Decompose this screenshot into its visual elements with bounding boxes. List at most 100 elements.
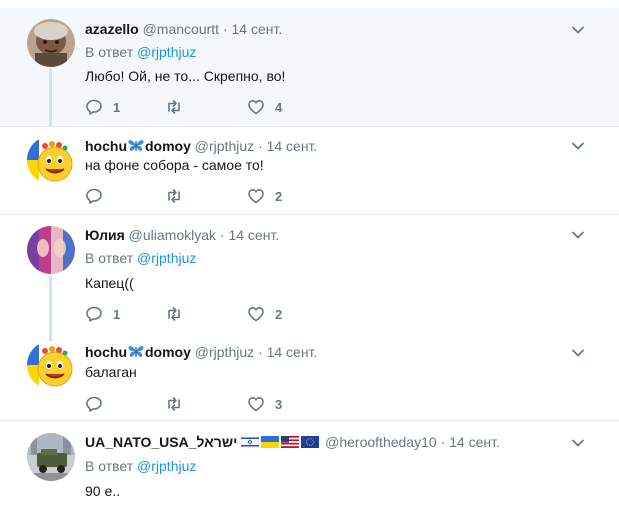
butterfly-icon: [128, 346, 144, 357]
reply-icon: [86, 188, 102, 204]
author-name-part2: domoy: [145, 344, 191, 360]
separator-dot: ·: [258, 344, 263, 360]
tweet-5[interactable]: UA_NATO_USA_ישראל @herooftheday10 · 14 с…: [0, 421, 619, 508]
avatar-hochudomoy[interactable]: [27, 136, 75, 184]
retweet-button[interactable]: [165, 97, 193, 117]
like-count: 2: [275, 188, 283, 204]
tweet-text: 90 е..: [85, 483, 121, 499]
reply-prefix: В ответ: [85, 44, 134, 60]
tweet-actions: 3: [85, 394, 385, 414]
author-name-part2: domoy: [145, 138, 191, 154]
reply-count: 1: [113, 306, 121, 322]
like-count: 4: [275, 99, 283, 115]
reply-mention[interactable]: @rjpthjuz: [137, 250, 196, 266]
tweet-actions: 1 2: [85, 304, 385, 324]
separator-dot: ·: [222, 21, 228, 37]
reply-mention[interactable]: @rjpthjuz: [137, 458, 196, 474]
avatar-yulia[interactable]: [27, 226, 75, 274]
retweet-button[interactable]: [165, 394, 193, 414]
author-handle[interactable]: @rjpthjuz: [195, 138, 254, 154]
tweet-header: hochu domoy @rjpthjuz · 14 сент.: [85, 137, 317, 155]
tweet-header: hochu domoy @rjpthjuz · 14 сент.: [85, 343, 317, 361]
heart-icon: [248, 189, 264, 204]
like-count: 2: [275, 306, 283, 322]
author-handle[interactable]: @uliamoklyak: [129, 227, 216, 243]
reply-button[interactable]: [85, 394, 113, 414]
eu-flag-icon: [301, 436, 320, 448]
timestamp[interactable]: 14 сент.: [232, 21, 283, 37]
author-name-part1: hochu: [85, 138, 127, 154]
retweet-icon: [168, 189, 180, 203]
israel-flag-icon: [241, 436, 260, 448]
like-button[interactable]: 2: [247, 186, 282, 206]
tweet-text: Любо! Ой, не то... Скрепно, во!: [85, 68, 286, 84]
reply-mention[interactable]: @rjpthjuz: [137, 44, 196, 60]
tweet-header: UA_NATO_USA_ישראל @herooftheday10 · 14 с…: [85, 433, 500, 451]
like-button[interactable]: 3: [247, 394, 282, 414]
heart-icon: [248, 397, 264, 412]
reply-button[interactable]: [85, 186, 113, 206]
author-handle[interactable]: @herooftheday10: [325, 434, 437, 450]
chevron-down-icon[interactable]: [571, 228, 585, 242]
heart-icon: [248, 307, 264, 322]
tweet-3[interactable]: Юлия @uliamoklyak · 14 сент. В ответ @rj…: [0, 215, 619, 331]
author-name[interactable]: hochu domoy: [85, 344, 191, 360]
tweet-text: балаган: [85, 364, 137, 380]
chevron-down-icon[interactable]: [571, 436, 585, 450]
separator-dot: ·: [258, 138, 263, 154]
tweet-actions: 2: [85, 186, 385, 206]
retweet-icon: [168, 100, 180, 114]
reply-prefix: В ответ: [85, 250, 134, 266]
timestamp[interactable]: 14 сент.: [449, 434, 500, 450]
reply-icon: [86, 99, 102, 115]
author-name-part1: hochu: [85, 344, 127, 360]
reply-context: В ответ @rjpthjuz: [85, 457, 196, 475]
retweet-icon: [168, 397, 180, 411]
thread-line: [49, 68, 52, 126]
author-handle[interactable]: @mancourtt: [143, 21, 219, 37]
separator-dot: ·: [440, 434, 446, 450]
like-button[interactable]: 4: [247, 97, 282, 117]
retweet-icon: [168, 307, 180, 321]
chevron-down-icon[interactable]: [571, 346, 585, 360]
usa-flag-icon: [281, 436, 300, 448]
timestamp[interactable]: 14 сент.: [267, 138, 318, 154]
author-name[interactable]: UA_NATO_USA_ישראל: [85, 434, 237, 450]
tweet-4[interactable]: hochu domoy @rjpthjuz · 14 сент. балаган …: [0, 331, 619, 420]
chevron-down-icon[interactable]: [571, 23, 585, 37]
butterfly-icon: [128, 140, 144, 151]
retweet-button[interactable]: [165, 304, 193, 324]
avatar-hochudomoy[interactable]: [27, 341, 75, 389]
avatar-azazello[interactable]: [27, 19, 75, 67]
tweet-text: Капец((: [85, 275, 134, 291]
like-button[interactable]: 2: [247, 304, 282, 324]
tweet-1[interactable]: azazello @mancourtt · 14 сент. В ответ @…: [0, 8, 619, 126]
reply-icon: [86, 306, 102, 322]
reply-prefix: В ответ: [85, 458, 134, 474]
chevron-down-icon[interactable]: [571, 139, 585, 153]
reply-button[interactable]: 1: [85, 304, 120, 324]
retweet-button[interactable]: [165, 186, 193, 206]
like-count: 3: [275, 396, 283, 412]
reply-icon: [86, 396, 102, 412]
tweet-header: Юлия @uliamoklyak · 14 сент.: [85, 226, 279, 244]
tweet-text: на фоне собора - самое то!: [85, 157, 264, 173]
ukraine-flag-icon: [261, 436, 280, 448]
tweet-actions: 1 4: [85, 97, 385, 117]
reply-count: 1: [113, 99, 121, 115]
reply-context: В ответ @rjpthjuz: [85, 43, 196, 61]
flag-icons: [241, 434, 325, 450]
author-name[interactable]: hochu domoy: [85, 138, 191, 154]
heart-icon: [248, 100, 264, 115]
tweet-header: azazello @mancourtt · 14 сент.: [85, 20, 282, 38]
reply-button[interactable]: 1: [85, 97, 120, 117]
timestamp[interactable]: 14 сент.: [228, 227, 279, 243]
separator-dot: ·: [219, 227, 225, 243]
author-handle[interactable]: @rjpthjuz: [195, 344, 254, 360]
timestamp[interactable]: 14 сент.: [267, 344, 318, 360]
avatar-ua-nato-usa[interactable]: [27, 433, 75, 481]
author-name[interactable]: Юлия: [85, 227, 125, 243]
tweet-2[interactable]: hochu domoy @rjpthjuz · 14 сент. на фоне …: [0, 127, 619, 214]
author-name[interactable]: azazello: [85, 21, 139, 37]
reply-context: В ответ @rjpthjuz: [85, 249, 196, 267]
